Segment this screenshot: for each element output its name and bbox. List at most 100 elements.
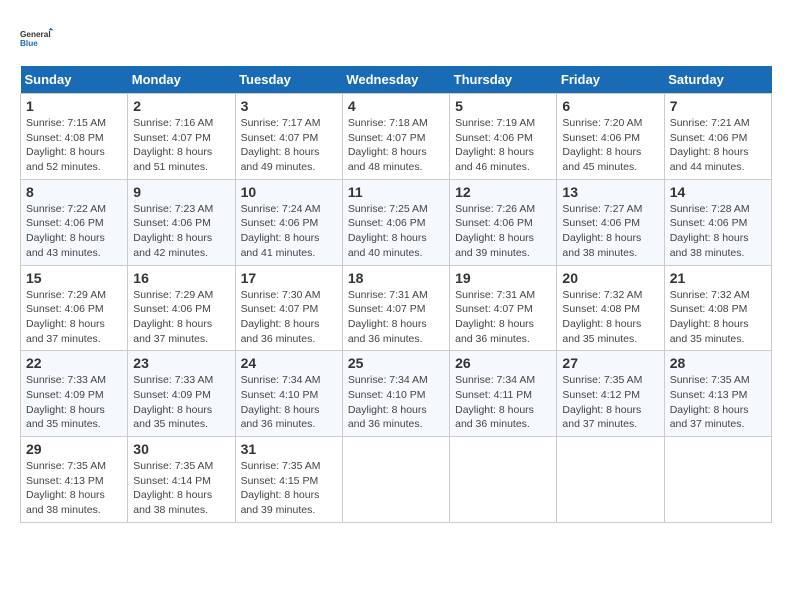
calendar-cell: 27 Sunrise: 7:35 AMSunset: 4:12 PMDaylig… (557, 351, 664, 437)
day-number: 7 (670, 98, 766, 114)
calendar-cell: 13 Sunrise: 7:27 AMSunset: 4:06 PMDaylig… (557, 179, 664, 265)
day-detail: Sunrise: 7:22 AMSunset: 4:06 PMDaylight:… (26, 203, 106, 259)
calendar-cell: 22 Sunrise: 7:33 AMSunset: 4:09 PMDaylig… (21, 351, 128, 437)
calendar-cell (557, 437, 664, 523)
calendar-header-row: SundayMondayTuesdayWednesdayThursdayFrid… (21, 66, 772, 94)
day-number: 4 (348, 98, 444, 114)
day-number: 18 (348, 270, 444, 286)
week-row-2: 8 Sunrise: 7:22 AMSunset: 4:06 PMDayligh… (21, 179, 772, 265)
calendar-cell (450, 437, 557, 523)
day-detail: Sunrise: 7:23 AMSunset: 4:06 PMDaylight:… (133, 203, 213, 259)
calendar-cell: 30 Sunrise: 7:35 AMSunset: 4:14 PMDaylig… (128, 437, 235, 523)
day-number: 12 (455, 184, 551, 200)
day-number: 1 (26, 98, 122, 114)
week-row-3: 15 Sunrise: 7:29 AMSunset: 4:06 PMDaylig… (21, 265, 772, 351)
day-detail: Sunrise: 7:28 AMSunset: 4:06 PMDaylight:… (670, 203, 750, 259)
day-number: 25 (348, 355, 444, 371)
day-number: 28 (670, 355, 766, 371)
calendar-cell: 4 Sunrise: 7:18 AMSunset: 4:07 PMDayligh… (342, 94, 449, 180)
calendar-cell: 1 Sunrise: 7:15 AMSunset: 4:08 PMDayligh… (21, 94, 128, 180)
calendar-cell (664, 437, 771, 523)
day-detail: Sunrise: 7:31 AMSunset: 4:07 PMDaylight:… (455, 289, 535, 345)
calendar-body: 1 Sunrise: 7:15 AMSunset: 4:08 PMDayligh… (21, 94, 772, 523)
calendar-cell: 31 Sunrise: 7:35 AMSunset: 4:15 PMDaylig… (235, 437, 342, 523)
day-detail: Sunrise: 7:15 AMSunset: 4:08 PMDaylight:… (26, 117, 106, 173)
page-header: GeneralBlue (20, 20, 772, 56)
day-detail: Sunrise: 7:18 AMSunset: 4:07 PMDaylight:… (348, 117, 428, 173)
calendar-cell: 12 Sunrise: 7:26 AMSunset: 4:06 PMDaylig… (450, 179, 557, 265)
calendar-cell: 6 Sunrise: 7:20 AMSunset: 4:06 PMDayligh… (557, 94, 664, 180)
day-number: 17 (241, 270, 337, 286)
day-number: 13 (562, 184, 658, 200)
day-detail: Sunrise: 7:25 AMSunset: 4:06 PMDaylight:… (348, 203, 428, 259)
calendar-cell: 11 Sunrise: 7:25 AMSunset: 4:06 PMDaylig… (342, 179, 449, 265)
day-number: 16 (133, 270, 229, 286)
day-detail: Sunrise: 7:20 AMSunset: 4:06 PMDaylight:… (562, 117, 642, 173)
col-header-thursday: Thursday (450, 66, 557, 94)
calendar-cell: 7 Sunrise: 7:21 AMSunset: 4:06 PMDayligh… (664, 94, 771, 180)
day-number: 11 (348, 184, 444, 200)
day-detail: Sunrise: 7:35 AMSunset: 4:12 PMDaylight:… (562, 374, 642, 430)
day-number: 2 (133, 98, 229, 114)
day-number: 8 (26, 184, 122, 200)
calendar-cell: 2 Sunrise: 7:16 AMSunset: 4:07 PMDayligh… (128, 94, 235, 180)
logo-icon: GeneralBlue (20, 20, 56, 56)
calendar-table: SundayMondayTuesdayWednesdayThursdayFrid… (20, 66, 772, 523)
day-detail: Sunrise: 7:34 AMSunset: 4:10 PMDaylight:… (348, 374, 428, 430)
calendar-cell: 16 Sunrise: 7:29 AMSunset: 4:06 PMDaylig… (128, 265, 235, 351)
day-number: 30 (133, 441, 229, 457)
day-number: 3 (241, 98, 337, 114)
col-header-monday: Monday (128, 66, 235, 94)
calendar-cell: 29 Sunrise: 7:35 AMSunset: 4:13 PMDaylig… (21, 437, 128, 523)
col-header-wednesday: Wednesday (342, 66, 449, 94)
calendar-cell: 25 Sunrise: 7:34 AMSunset: 4:10 PMDaylig… (342, 351, 449, 437)
svg-text:Blue: Blue (20, 39, 38, 48)
day-detail: Sunrise: 7:33 AMSunset: 4:09 PMDaylight:… (26, 374, 106, 430)
day-detail: Sunrise: 7:35 AMSunset: 4:13 PMDaylight:… (26, 460, 106, 516)
col-header-tuesday: Tuesday (235, 66, 342, 94)
day-detail: Sunrise: 7:34 AMSunset: 4:10 PMDaylight:… (241, 374, 321, 430)
day-number: 31 (241, 441, 337, 457)
day-detail: Sunrise: 7:16 AMSunset: 4:07 PMDaylight:… (133, 117, 213, 173)
day-number: 23 (133, 355, 229, 371)
calendar-cell (342, 437, 449, 523)
calendar-cell: 5 Sunrise: 7:19 AMSunset: 4:06 PMDayligh… (450, 94, 557, 180)
day-number: 29 (26, 441, 122, 457)
day-detail: Sunrise: 7:35 AMSunset: 4:15 PMDaylight:… (241, 460, 321, 516)
col-header-saturday: Saturday (664, 66, 771, 94)
day-detail: Sunrise: 7:17 AMSunset: 4:07 PMDaylight:… (241, 117, 321, 173)
col-header-friday: Friday (557, 66, 664, 94)
calendar-cell: 9 Sunrise: 7:23 AMSunset: 4:06 PMDayligh… (128, 179, 235, 265)
logo: GeneralBlue (20, 20, 56, 56)
day-detail: Sunrise: 7:19 AMSunset: 4:06 PMDaylight:… (455, 117, 535, 173)
day-number: 22 (26, 355, 122, 371)
calendar-cell: 3 Sunrise: 7:17 AMSunset: 4:07 PMDayligh… (235, 94, 342, 180)
day-number: 5 (455, 98, 551, 114)
day-detail: Sunrise: 7:27 AMSunset: 4:06 PMDaylight:… (562, 203, 642, 259)
day-number: 14 (670, 184, 766, 200)
calendar-cell: 8 Sunrise: 7:22 AMSunset: 4:06 PMDayligh… (21, 179, 128, 265)
day-detail: Sunrise: 7:26 AMSunset: 4:06 PMDaylight:… (455, 203, 535, 259)
day-detail: Sunrise: 7:34 AMSunset: 4:11 PMDaylight:… (455, 374, 535, 430)
svg-text:General: General (20, 30, 51, 39)
day-detail: Sunrise: 7:24 AMSunset: 4:06 PMDaylight:… (241, 203, 321, 259)
calendar-cell: 17 Sunrise: 7:30 AMSunset: 4:07 PMDaylig… (235, 265, 342, 351)
day-number: 24 (241, 355, 337, 371)
week-row-1: 1 Sunrise: 7:15 AMSunset: 4:08 PMDayligh… (21, 94, 772, 180)
calendar-cell: 28 Sunrise: 7:35 AMSunset: 4:13 PMDaylig… (664, 351, 771, 437)
calendar-cell: 26 Sunrise: 7:34 AMSunset: 4:11 PMDaylig… (450, 351, 557, 437)
week-row-4: 22 Sunrise: 7:33 AMSunset: 4:09 PMDaylig… (21, 351, 772, 437)
calendar-cell: 19 Sunrise: 7:31 AMSunset: 4:07 PMDaylig… (450, 265, 557, 351)
day-detail: Sunrise: 7:35 AMSunset: 4:13 PMDaylight:… (670, 374, 750, 430)
day-number: 15 (26, 270, 122, 286)
day-detail: Sunrise: 7:31 AMSunset: 4:07 PMDaylight:… (348, 289, 428, 345)
day-detail: Sunrise: 7:21 AMSunset: 4:06 PMDaylight:… (670, 117, 750, 173)
day-detail: Sunrise: 7:29 AMSunset: 4:06 PMDaylight:… (26, 289, 106, 345)
day-number: 6 (562, 98, 658, 114)
day-number: 10 (241, 184, 337, 200)
day-detail: Sunrise: 7:32 AMSunset: 4:08 PMDaylight:… (670, 289, 750, 345)
calendar-cell: 15 Sunrise: 7:29 AMSunset: 4:06 PMDaylig… (21, 265, 128, 351)
day-detail: Sunrise: 7:35 AMSunset: 4:14 PMDaylight:… (133, 460, 213, 516)
day-number: 19 (455, 270, 551, 286)
week-row-5: 29 Sunrise: 7:35 AMSunset: 4:13 PMDaylig… (21, 437, 772, 523)
